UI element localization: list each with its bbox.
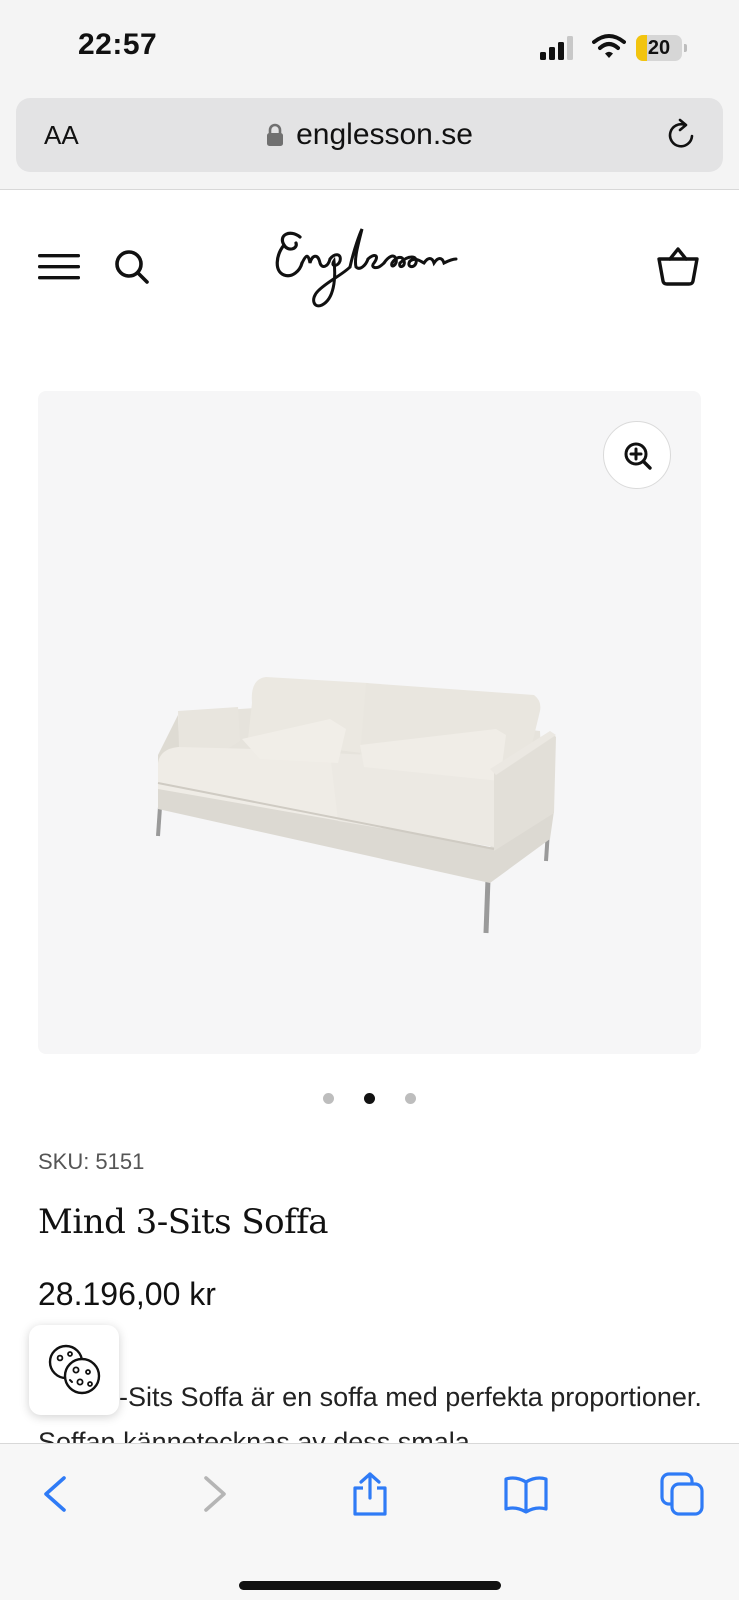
cookie-icon (48, 1344, 101, 1395)
menu-icon[interactable] (38, 251, 80, 283)
tabs-icon[interactable] (660, 1472, 704, 1516)
search-icon[interactable] (112, 247, 152, 287)
bookmarks-icon[interactable] (504, 1472, 548, 1516)
carousel-dots (0, 1091, 739, 1105)
cart-icon[interactable] (656, 245, 700, 287)
zoom-in-icon (624, 442, 652, 470)
product-price: 28.196,00 kr (38, 1276, 216, 1312)
product-title: Mind 3-Sits Soffa (38, 1202, 329, 1242)
battery-icon: 20 (636, 35, 688, 61)
sku-label: SKU: (38, 1149, 90, 1174)
carousel-dot[interactable] (323, 1093, 334, 1104)
url-text[interactable]: englesson.se (296, 118, 473, 151)
lock-icon (267, 123, 284, 146)
back-icon[interactable] (34, 1472, 78, 1516)
cookie-settings-button[interactable] (29, 1325, 119, 1415)
browser-address-area: AA englesson.se (0, 92, 739, 190)
address-bar[interactable]: AA englesson.se (16, 98, 723, 172)
carousel-dot[interactable] (405, 1093, 416, 1104)
product-image-gallery[interactable] (38, 391, 701, 1054)
browser-toolbar (0, 1443, 739, 1600)
wifi-icon (592, 34, 626, 58)
brand-logo[interactable] (270, 219, 470, 319)
sofa-product-photo (156, 677, 556, 934)
cellular-signal-icon (540, 36, 573, 60)
battery-level: 20 (647, 37, 671, 59)
status-bar: 22:57 20 (0, 0, 739, 92)
share-icon[interactable] (348, 1472, 392, 1516)
zoom-button[interactable] (603, 421, 671, 489)
home-indicator (239, 1581, 501, 1590)
status-time: 22:57 (78, 28, 158, 61)
forward-icon[interactable] (192, 1472, 236, 1516)
product-sku: SKU: 5151 (38, 1149, 144, 1175)
sku-value: 5151 (95, 1149, 145, 1174)
reload-icon[interactable] (665, 118, 699, 152)
site-header (0, 191, 739, 351)
product-description: Mind 3-Sits Soffa är en soffa med perfek… (38, 1382, 702, 1444)
carousel-dot-active[interactable] (364, 1093, 375, 1104)
